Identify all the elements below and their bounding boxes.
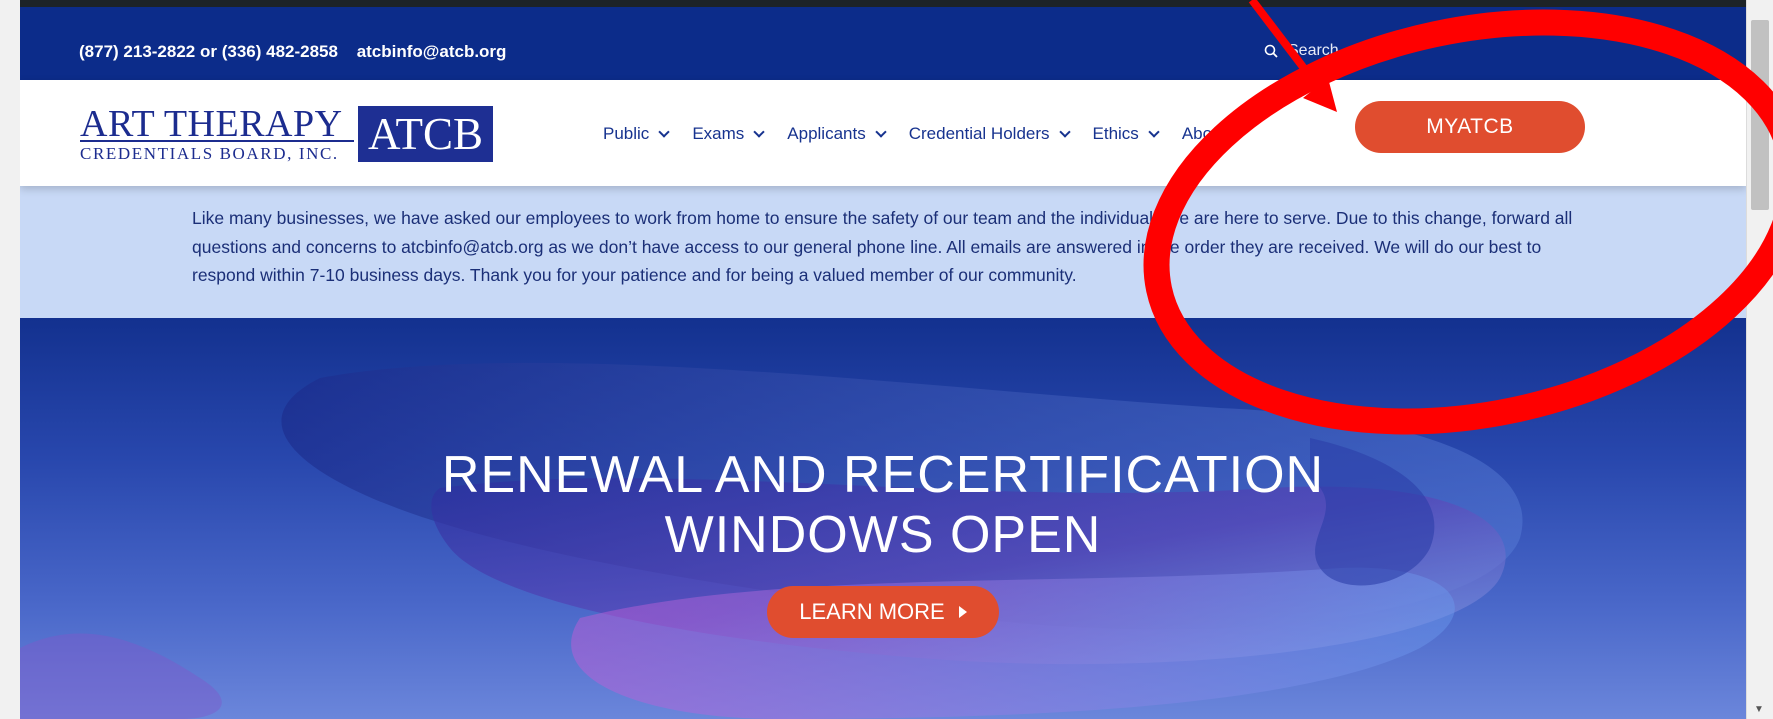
logo-subtitle: CREDENTIALS BOARD, INC. <box>80 144 339 163</box>
phone-numbers[interactable]: (877) 213-2822 or (336) 482-2858 <box>79 42 338 61</box>
chevron-down-icon <box>1148 126 1160 138</box>
scroll-down-arrow-icon[interactable]: ▼ <box>1754 704 1764 715</box>
logo-divider <box>80 140 354 142</box>
top-contact-bar: (877) 213-2822 or (336) 482-2858 atcbinf… <box>20 7 1746 80</box>
nav-label: About <box>1181 124 1227 143</box>
notice-text: Like many businesses, we have asked our … <box>192 208 1573 285</box>
myatcb-button[interactable]: MYATCB <box>1355 101 1585 153</box>
hero-title-line1: RENEWAL AND RECERTIFICATION <box>441 446 1325 504</box>
chevron-down-icon <box>658 126 670 138</box>
logo-monogram: ATCB <box>358 106 493 162</box>
hero-banner: RENEWAL AND RECERTIFICATION WINDOWS OPEN… <box>20 318 1746 719</box>
nav-item-ethics[interactable]: Ethics <box>1092 124 1160 144</box>
site: (877) 213-2822 or (336) 482-2858 atcbinf… <box>20 7 1746 719</box>
chevron-down-icon <box>753 126 765 138</box>
email-link[interactable]: atcbinfo@atcb.org <box>357 42 507 61</box>
learn-more-button[interactable]: LEARN MORE <box>767 586 999 638</box>
search-input[interactable]: Search... <box>1288 42 1488 60</box>
chevron-down-icon <box>1058 126 1071 138</box>
chevron-down-icon <box>1235 126 1247 138</box>
hero-title-line2: WINDOWS OPEN <box>664 506 1102 564</box>
search-icon[interactable] <box>1264 44 1278 58</box>
wp-admin-bar <box>20 0 1746 7</box>
chevron-down-icon <box>875 126 887 138</box>
nav-label: Credential Holders <box>908 124 1050 143</box>
nav-item-about[interactable]: About <box>1181 124 1247 144</box>
logo-wordmark: ART THERAPY CREDENTIALS BOARD, INC. <box>80 103 354 164</box>
atcb-logo[interactable]: ART THERAPY CREDENTIALS BOARD, INC. ATCB <box>80 103 493 164</box>
nav-item-credential-holders[interactable]: Credential Holders <box>908 124 1071 144</box>
nav-label: Ethics <box>1092 124 1139 143</box>
nav-label: Exams <box>692 124 745 143</box>
contact-info: (877) 213-2822 or (336) 482-2858 atcbinf… <box>79 42 506 62</box>
nav-label: Public <box>603 124 650 143</box>
hero-title: RENEWAL AND RECERTIFICATION WINDOWS OPEN <box>20 445 1746 565</box>
learn-more-label: LEARN MORE <box>799 599 945 624</box>
site-header: ART THERAPY CREDENTIALS BOARD, INC. ATCB… <box>20 80 1746 186</box>
nav-item-exams[interactable]: Exams <box>692 124 765 144</box>
browser-left-gutter <box>0 0 21 719</box>
covid-notice-banner: Like many businesses, we have asked our … <box>20 186 1746 318</box>
nav-label: Applicants <box>787 124 866 143</box>
page-scrollbar[interactable]: ▼ <box>1746 0 1773 719</box>
scrollbar-thumb[interactable] <box>1751 20 1769 210</box>
caret-right-icon <box>958 606 967 618</box>
nav-item-applicants[interactable]: Applicants <box>787 124 887 144</box>
nav-item-public[interactable]: Public <box>603 124 670 144</box>
main-nav: Public Exams Applicants Credential Holde… <box>603 124 1269 144</box>
